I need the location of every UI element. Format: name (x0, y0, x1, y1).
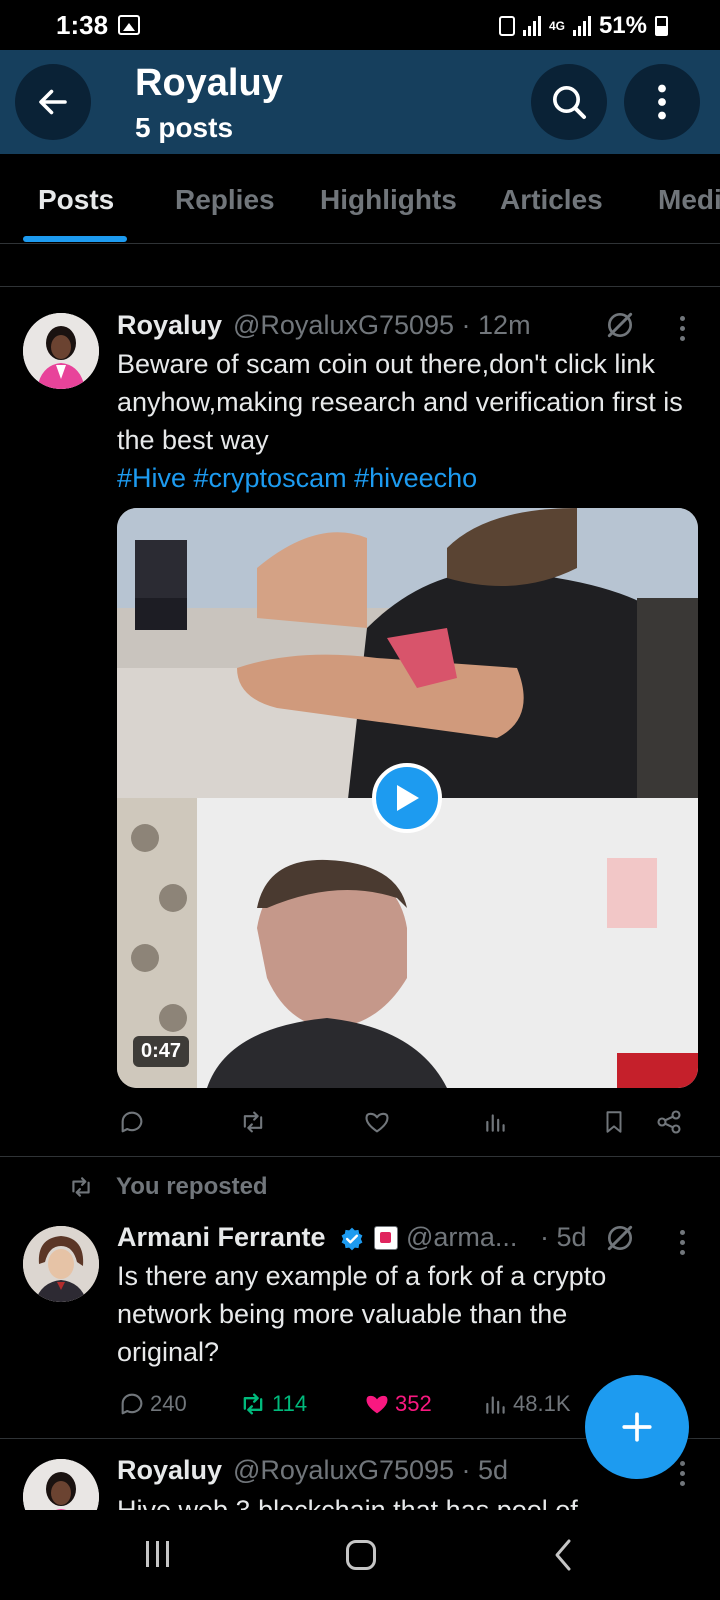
status-indicators: 4G 51% (498, 12, 668, 40)
tab-replies[interactable]: Replies (175, 184, 275, 216)
tab-media[interactable]: Media (658, 184, 720, 216)
bookmark-button[interactable] (601, 1108, 627, 1136)
signal-icon-2 (572, 16, 591, 36)
nav-back-icon[interactable] (553, 1538, 573, 1572)
page-title: Royaluy (135, 62, 283, 104)
post-more-icon[interactable] (678, 1461, 686, 1489)
repost-count: 114 (272, 1391, 308, 1416)
view-count: 48.1K (513, 1391, 571, 1416)
repost-label: You reposted (116, 1173, 268, 1200)
post-author[interactable]: Armani Ferrante (117, 1222, 326, 1253)
heart-filled-icon (366, 1395, 388, 1414)
sim-icon (498, 16, 515, 36)
repost-icon (243, 1111, 263, 1133)
active-tab-indicator (23, 236, 127, 242)
post-text: Hive web 3 blockchain that has pool of (117, 1495, 578, 1510)
heart-icon (365, 1112, 389, 1133)
views-icon (486, 1114, 505, 1132)
repost-icon (243, 1393, 263, 1415)
network-type: 4G (548, 19, 565, 33)
avatar[interactable] (23, 1226, 99, 1302)
reply-icon (121, 1393, 143, 1415)
like-button[interactable]: 352 (363, 1390, 432, 1418)
post-handle-time: @RoyaluxG75095 · 5d (233, 1455, 509, 1485)
divider (0, 1156, 720, 1157)
post-author[interactable]: Royaluy (117, 310, 222, 341)
repost-button[interactable]: 114 (238, 1390, 307, 1418)
views-button[interactable] (483, 1108, 509, 1136)
affiliate-badge-icon (374, 1226, 398, 1250)
post-more-icon[interactable] (678, 1230, 686, 1258)
video-duration: 0:47 (133, 1036, 190, 1067)
search-icon (553, 86, 586, 119)
back-button[interactable] (15, 64, 91, 140)
like-button[interactable] (363, 1108, 391, 1136)
verified-badge-icon (341, 1227, 363, 1251)
more-options-button[interactable] (624, 64, 700, 140)
views-button[interactable]: 48.1K (483, 1390, 571, 1418)
repost-icon (72, 1177, 90, 1197)
signal-icon (522, 16, 541, 36)
profile-photo-icon (23, 1459, 99, 1510)
divider (0, 286, 720, 287)
profile-tabs: Posts Replies Highlights Articles Media (0, 154, 720, 244)
post-handle: @arma... (406, 1222, 518, 1252)
tab-posts[interactable]: Posts (38, 184, 114, 216)
home-button[interactable] (346, 1540, 376, 1570)
like-count: 352 (395, 1391, 432, 1416)
post-count: 5 posts (135, 112, 234, 143)
profile-header: Royaluy 5 posts (0, 50, 720, 154)
profile-photo-icon (23, 1226, 99, 1302)
post-text: Beware of scam coin out there,don't clic… (117, 349, 683, 455)
recents-button[interactable] (146, 1541, 169, 1567)
tab-articles[interactable]: Articles (500, 184, 603, 216)
arrow-left-icon (39, 89, 67, 115)
grok-icon[interactable] (604, 309, 636, 341)
plus-icon (622, 1412, 652, 1442)
repost-indicator: You reposted (66, 1173, 268, 1201)
post-hashtags[interactable]: #Hive #cryptoscam #hiveecho (117, 459, 697, 497)
status-time: 1:38 (56, 10, 109, 40)
post-time: · 5d (540, 1222, 587, 1252)
gallery-notification-icon (118, 15, 140, 35)
avatar[interactable] (23, 313, 99, 389)
battery-percent: 51% (598, 12, 647, 39)
avatar[interactable] (23, 1459, 99, 1510)
views-icon (486, 1396, 505, 1414)
post-text: Is there any example of a fork of a cryp… (117, 1261, 607, 1367)
play-icon (397, 785, 419, 811)
battery-icon (655, 16, 668, 36)
more-vertical-icon (658, 84, 666, 120)
system-nav-bar (0, 1510, 720, 1600)
search-button[interactable] (531, 64, 607, 140)
play-button[interactable] (372, 763, 442, 833)
reply-button[interactable]: 240 (118, 1390, 187, 1418)
post-handle-time: @RoyaluxG75095 · 12m (233, 310, 531, 340)
reply-count: 240 (150, 1391, 187, 1416)
post-more-icon[interactable] (678, 316, 686, 344)
status-bar: 1:38 4G 51% (0, 0, 720, 50)
reply-icon (121, 1111, 143, 1133)
post-author[interactable]: Royaluy (117, 1455, 222, 1486)
profile-photo-icon (23, 313, 99, 389)
bookmark-icon (606, 1111, 622, 1133)
share-icon (657, 1110, 681, 1134)
share-button[interactable] (655, 1108, 683, 1136)
repost-button[interactable] (238, 1108, 268, 1136)
compose-button[interactable] (585, 1375, 689, 1479)
grok-icon[interactable] (604, 1222, 636, 1254)
reply-button[interactable] (118, 1108, 146, 1136)
tab-highlights[interactable]: Highlights (320, 184, 457, 216)
